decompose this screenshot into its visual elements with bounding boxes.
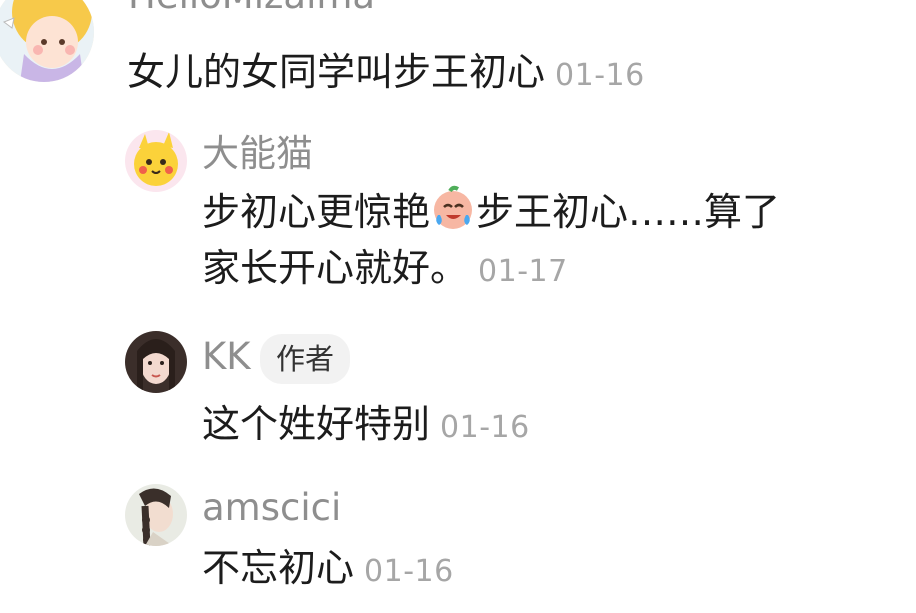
- girl-portrait-avatar-icon: [125, 331, 187, 393]
- avatar[interactable]: [0, 0, 94, 82]
- author-badge: 作者: [260, 334, 351, 384]
- crying-laughing-face-icon: [434, 185, 473, 229]
- comment-time: 01-16: [555, 58, 645, 93]
- comment-text: 女儿的女同学叫步王初心 01-16: [127, 44, 645, 104]
- comment-text: 这个姓好特别 01-16: [202, 396, 530, 456]
- comment-time: 01-16: [364, 554, 454, 589]
- avatar[interactable]: [125, 130, 187, 192]
- comment-thread: HelloMizalma 女儿的女同学叫步王初心 01-16 大能猫 步初心更惊艳: [0, 0, 916, 613]
- comment-time: 01-17: [478, 254, 568, 289]
- username[interactable]: KK: [202, 335, 251, 379]
- girl-avatar-icon: [0, 0, 94, 82]
- comment-content: 女儿的女同学叫步王初心: [127, 50, 546, 94]
- reply-item: 大能猫 步初心更惊艳 步王初心……算了 家长开心就好。 01-17: [0, 110, 916, 310]
- reply-item: amscici 不忘初心 01-16: [0, 470, 916, 613]
- reply-item: KK 作者 这个姓好特别 01-16: [0, 310, 916, 470]
- username[interactable]: amscici: [202, 486, 341, 530]
- comment-content-line2: 家长开心就好。: [202, 246, 469, 290]
- comment-content-part2: 步王初心……算了: [476, 190, 781, 234]
- comment-time: 01-16: [440, 410, 530, 445]
- comment-text: 步初心更惊艳 步王初心……算了 家长开心就好。 01-17: [202, 184, 780, 300]
- comment-text: 不忘初心 01-16: [202, 540, 454, 600]
- username[interactable]: HelloMizalma: [128, 0, 375, 18]
- comment-content: 不忘初心: [202, 546, 355, 590]
- comment-item: HelloMizalma 女儿的女同学叫步王初心 01-16: [0, 0, 916, 110]
- pikachu-avatar-icon: [125, 130, 187, 192]
- username[interactable]: 大能猫: [202, 132, 313, 176]
- comment-content: 这个姓好特别: [202, 402, 431, 446]
- braid-girl-avatar-icon: [125, 484, 187, 546]
- avatar[interactable]: [125, 331, 187, 393]
- comment-content-part1: 步初心更惊艳: [202, 190, 431, 234]
- avatar[interactable]: [125, 484, 187, 546]
